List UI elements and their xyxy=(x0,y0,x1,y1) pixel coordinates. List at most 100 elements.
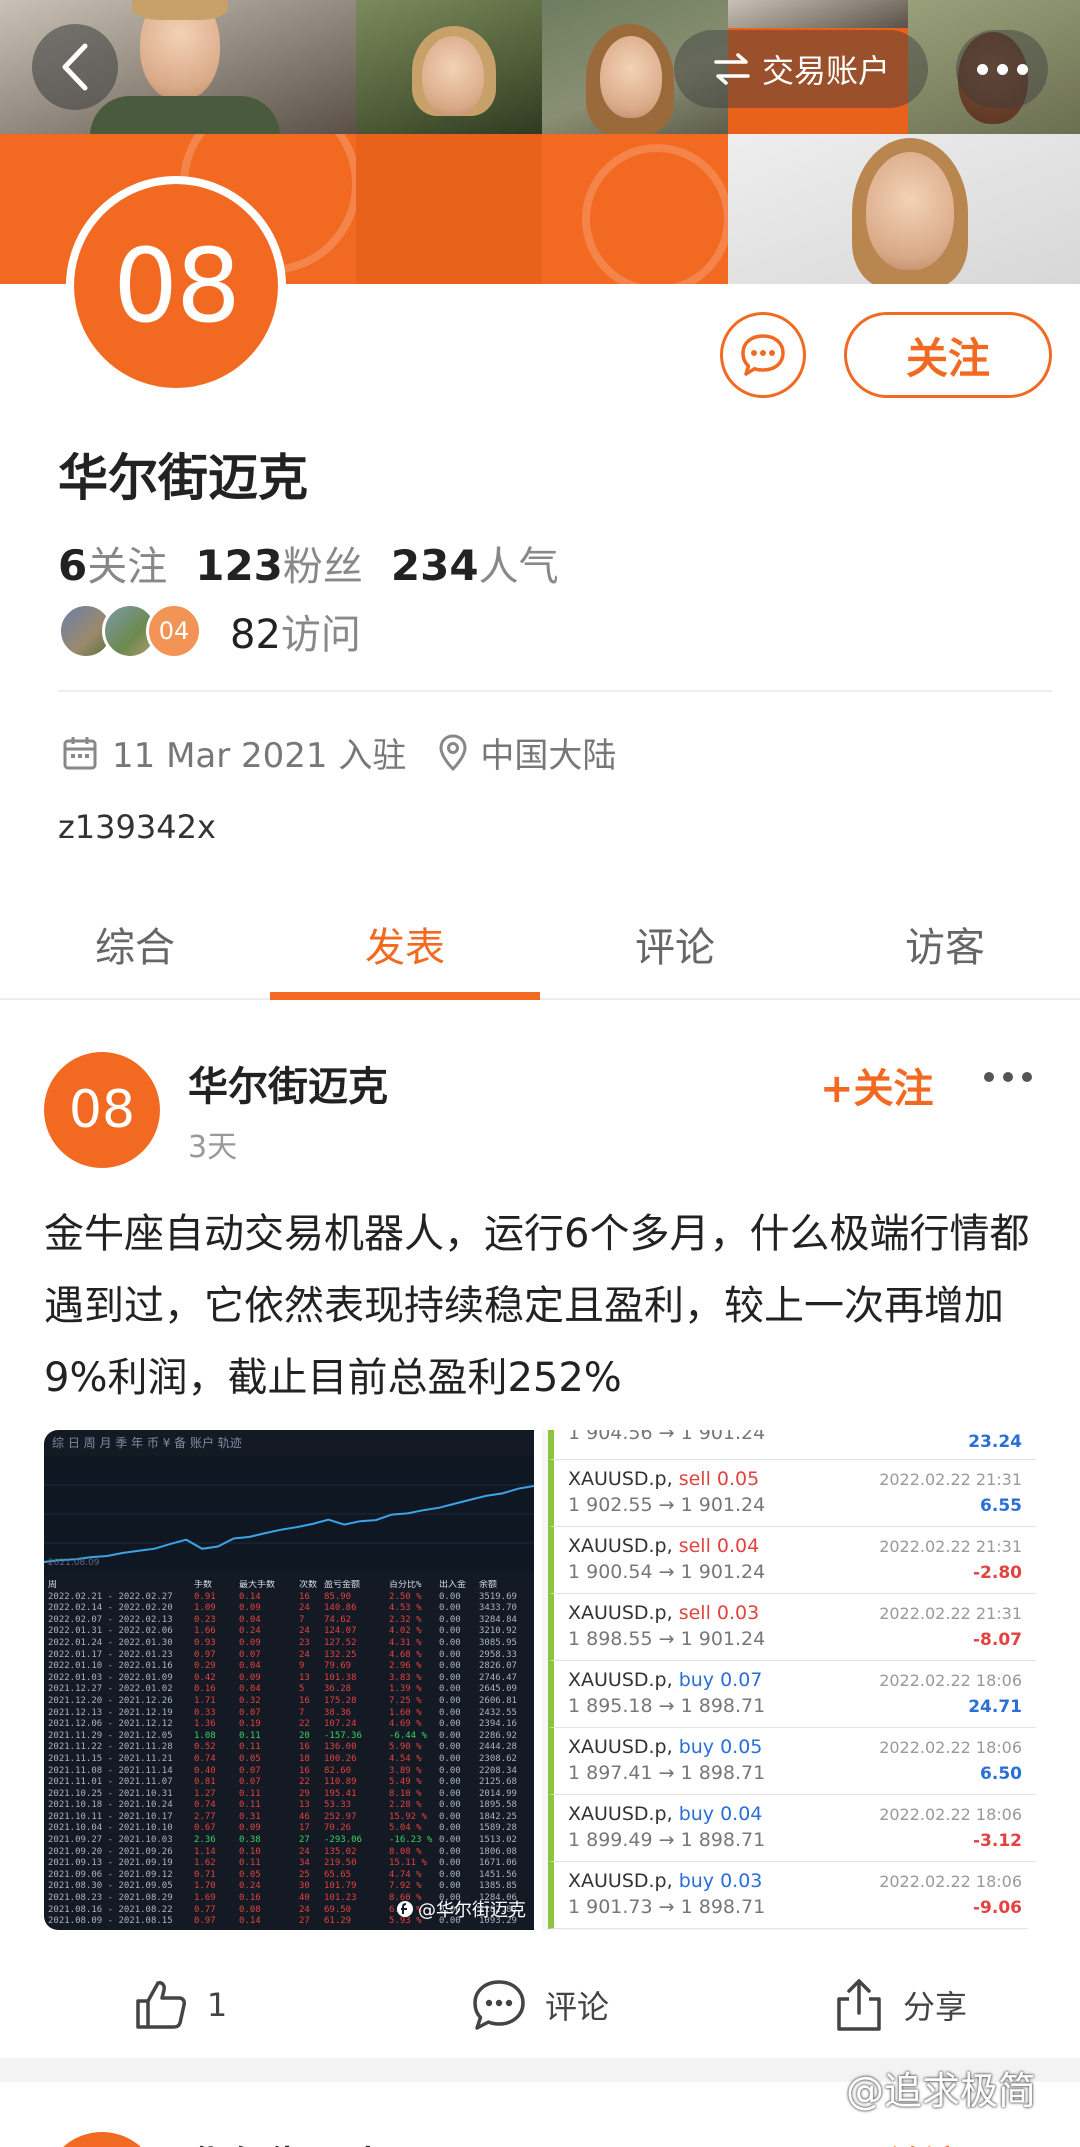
table-cell: 195.41 xyxy=(324,1788,357,1799)
table-cell: 1451.56 xyxy=(479,1869,517,1880)
table-cell: 2958.33 xyxy=(479,1649,517,1660)
follow-button[interactable]: 关注 xyxy=(844,312,1052,398)
trading-account-button[interactable]: 交易账户 xyxy=(674,30,928,108)
table-row: 2021.12.20 - 2021.12.26 1.71 0.32 16 175.28 7… xyxy=(44,1696,534,1708)
popularity-label: 人气 xyxy=(478,544,559,590)
table-cell: 4.54 % xyxy=(389,1753,422,1764)
next-post-author[interactable]: 华尔街迈克 xyxy=(188,2134,388,2147)
tab-posts[interactable]: 发表 xyxy=(270,890,540,1000)
comment-button[interactable]: 评论 xyxy=(360,1950,720,2060)
table-row: 2022.02.07 - 2022.02.13 0.23 0.04 7 74.62 2.3… xyxy=(44,1615,534,1627)
table-cell: 3.83 % xyxy=(389,1672,422,1683)
table-cell: 0.09 xyxy=(239,1603,261,1614)
table-cell: 2.50 % xyxy=(389,1591,422,1602)
banner-orange-tile xyxy=(542,134,728,284)
post-more-button[interactable] xyxy=(984,1072,1032,1082)
table-row: 2021.10.18 - 2021.10.24 0.74 0.11 13 53.33 2.… xyxy=(44,1800,534,1812)
table-cell: 2021.08.16 - 2021.08.22 xyxy=(48,1904,173,1915)
trade-profit: 24.71 xyxy=(968,1697,1022,1717)
table-cell: 2826.07 xyxy=(479,1661,517,1672)
message-button[interactable] xyxy=(720,312,806,398)
table-cell: 2021.11.22 - 2021.11.28 xyxy=(48,1742,173,1753)
next-post-avatar[interactable] xyxy=(44,2132,160,2147)
back-button[interactable] xyxy=(32,24,118,110)
table-cell: 1.60 % xyxy=(389,1707,422,1718)
table-row: 2021.10.25 - 2021.10.31 1.27 0.11 29 195.41 8… xyxy=(44,1789,534,1801)
share-button[interactable]: 分享 xyxy=(720,1950,1080,2060)
table-cell: 3519.69 xyxy=(479,1591,517,1602)
table-cell: 2286.92 xyxy=(479,1730,517,1741)
table-cell: 25 xyxy=(299,1869,310,1880)
profile-meta: 11 Mar 2021 入驻 中国大陆 xyxy=(62,728,616,777)
corner-watermark: @追求极简 xyxy=(846,2069,1037,2113)
table-cell: 2021.09.27 - 2021.10.03 xyxy=(48,1835,173,1846)
table-cell: 1513.02 xyxy=(479,1835,517,1846)
tab-comments[interactable]: 评论 xyxy=(540,890,810,998)
table-row: 2022.01.17 - 2022.01.23 0.97 0.07 24 132.25 4… xyxy=(44,1650,534,1662)
calendar-icon xyxy=(63,736,97,769)
table-cell: 2746.47 xyxy=(479,1672,517,1683)
like-button[interactable]: 1 xyxy=(0,1950,360,2060)
table-cell: 69.50 xyxy=(324,1904,352,1915)
post-follow-button[interactable]: +关注 xyxy=(820,1056,934,1114)
more-options-button[interactable] xyxy=(956,30,1048,108)
table-cell: 15.92 % xyxy=(389,1811,427,1822)
fans-stat[interactable]: 123粉丝 xyxy=(195,534,363,592)
profile-avatar[interactable]: 08 xyxy=(66,176,286,396)
table-cell: 136.00 xyxy=(324,1742,357,1753)
table-cell: 0.09 xyxy=(239,1823,261,1834)
table-cell: 4.53 % xyxy=(389,1603,422,1614)
trade-row: XAUUSD.p, sell 0.04 1 900.54 → 1 901.24 20… xyxy=(548,1527,1036,1594)
table-cell: 2021.12.13 - 2021.12.19 xyxy=(48,1707,173,1718)
table-cell: 2021.10.11 - 2021.10.17 xyxy=(48,1811,173,1822)
banner-photo-tile xyxy=(728,134,1080,284)
table-cell: 34 xyxy=(299,1858,310,1869)
table-cell: 3.89 % xyxy=(389,1765,422,1776)
table-cell: 0.07 xyxy=(239,1649,261,1660)
recent-visitors[interactable]: 04 82访问 xyxy=(58,602,361,660)
table-row: 2021.11.22 - 2021.11.28 0.52 0.11 16 136.00 5… xyxy=(44,1742,534,1754)
tab-visitors[interactable]: 访客 xyxy=(810,890,1080,998)
table-cell: 2208.34 xyxy=(479,1765,517,1776)
table-cell: 2.28 % xyxy=(389,1800,422,1811)
table-cell: 100.26 xyxy=(324,1753,357,1764)
table-row: 2022.02.14 - 2022.02.20 1.09 0.09 24 140.86 4… xyxy=(44,1603,534,1615)
following-stat[interactable]: 6关注 xyxy=(58,534,167,592)
table-header: 周 手数 最大手数 次数 盈亏金额 百分比% 出入金 余额 xyxy=(44,1580,534,1592)
table-cell: 3085.95 xyxy=(479,1637,517,1648)
table-cell: 101.38 xyxy=(324,1672,357,1683)
table-cell: 7.92 % xyxy=(389,1881,422,1892)
table-cell: 27 xyxy=(299,1916,310,1927)
table-row: 2021.11.08 - 2021.11.14 0.40 0.07 16 82.60 3.… xyxy=(44,1766,534,1778)
table-cell: 24 xyxy=(299,1626,310,1637)
trade-row: XAUUSD.p, buy 0.04 1 899.49 → 1 898.71 202… xyxy=(548,1795,1036,1862)
table-cell: 0.07 xyxy=(239,1777,261,1788)
profile-stats: 6关注 123粉丝 234人气 xyxy=(58,534,587,592)
thumbs-up-icon xyxy=(136,1981,186,2029)
table-cell: 0.24 xyxy=(239,1881,261,1892)
table-cell: 0.00 xyxy=(439,1719,461,1730)
table-cell: 85.90 xyxy=(324,1591,352,1602)
table-cell: 38.36 xyxy=(324,1707,352,1718)
next-post-follow-button[interactable]: +关注 xyxy=(850,2134,964,2147)
popularity-stat: 234人气 xyxy=(391,534,559,592)
trade-price: 1 900.54 → 1 901.24 xyxy=(568,1561,766,1583)
table-cell: 0.29 xyxy=(194,1661,216,1672)
table-cell: 2021.08.09 - 2021.08.15 xyxy=(48,1916,173,1927)
brand-logo-icon xyxy=(397,1901,413,1917)
tab-overview[interactable]: 综合 xyxy=(0,890,270,998)
post-author-avatar[interactable]: 08 xyxy=(44,1052,160,1168)
table-cell: 0.00 xyxy=(439,1603,461,1614)
table-cell: 7.25 % xyxy=(389,1695,422,1706)
table-cell: 0.09 xyxy=(239,1672,261,1683)
post-author-name[interactable]: 华尔街迈克 xyxy=(188,1054,388,1112)
table-cell: 1.69 xyxy=(194,1893,216,1904)
table-cell: 0.04 xyxy=(239,1684,261,1695)
post-image[interactable]: 综 日 周 月 季 年 币 ¥ 备 账户 轨迹 2021.08.09 周 手数 最大… xyxy=(44,1430,1036,1930)
table-cell: 29 xyxy=(299,1788,310,1799)
more-dots-icon xyxy=(976,63,1028,75)
table-cell: 2.36 xyxy=(194,1835,216,1846)
table-cell: 22 xyxy=(299,1719,310,1730)
image-watermark: @华尔街迈克 xyxy=(396,1896,526,1922)
trade-price: 1 897.41 → 1 898.71 xyxy=(568,1762,766,1784)
